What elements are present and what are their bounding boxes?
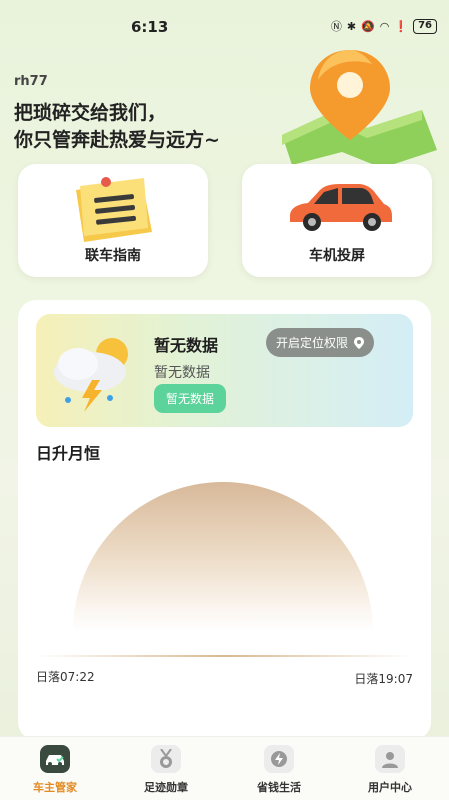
enable-location-button[interactable]: 开启定位权限 <box>266 328 375 357</box>
mute-icon: 🔕 <box>361 19 375 33</box>
medal-icon <box>151 745 181 773</box>
username: rh77 <box>14 74 48 89</box>
battery-indicator: 76 <box>413 18 437 34</box>
tab-user-center-label: 用户中心 <box>368 781 412 794</box>
sunset-time: 日落19:07 <box>354 672 413 686</box>
tab-medals[interactable]: 足迹勋章 <box>116 745 216 795</box>
sun-section-title: 日升月恒 <box>36 444 101 463</box>
enable-location-label: 开启定位权限 <box>276 336 349 350</box>
weather-title: 暂无数据 <box>154 336 219 355</box>
slogan: 把琐碎交给我们， 你只管奔赴热爱与远方~ <box>14 100 274 154</box>
nfc-icon: Ⓝ <box>330 20 342 33</box>
slogan-line-2: 你只管奔赴热爱与远方~ <box>14 129 220 151</box>
bluetooth-icon: ✱ <box>346 19 357 33</box>
tab-user-center[interactable]: 用户中心 <box>340 745 440 795</box>
alert-icon: ❗ <box>394 19 409 33</box>
car-guide-label: 联车指南 <box>85 248 141 264</box>
car-home-icon <box>40 745 70 773</box>
tab-car-home[interactable]: 车主管家 <box>5 745 105 795</box>
car-icon <box>290 184 392 231</box>
weather-subtitle: 暂无数据 <box>154 365 210 381</box>
tab-car-home-label: 车主管家 <box>33 781 77 794</box>
user-icon <box>375 745 405 773</box>
car-guide-card[interactable]: 联车指南 <box>18 164 208 277</box>
weather-badge: 暂无数据 <box>154 384 227 413</box>
slogan-line-1: 把琐碎交给我们， <box>14 102 167 124</box>
savings-icon <box>264 745 294 773</box>
note-icon <box>76 177 152 242</box>
wifi-icon: ◠ <box>379 19 390 33</box>
tab-savings-label: 省钱生活 <box>257 781 301 794</box>
sunrise-time: 日落07:22 <box>36 670 95 684</box>
tab-savings[interactable]: 省钱生活 <box>229 745 329 795</box>
bottom-tab-bar: 车主管家 足迹勋章 省钱生活 用户中心 <box>0 736 449 800</box>
main-panel: 暂无数据 暂无数据 暂无数据 开启定位权限 日升月恒 日落07:22 日落19:… <box>18 300 431 740</box>
tab-medals-label: 足迹勋章 <box>144 781 188 794</box>
weather-storm-icon <box>54 338 128 412</box>
status-icons: Ⓝ ✱ 🔕 ◠ ❗ 76 <box>331 18 437 34</box>
status-time: 6:13 <box>131 18 169 36</box>
weather-card: 暂无数据 暂无数据 暂无数据 开启定位权限 <box>36 314 413 427</box>
car-screen-label: 车机投屏 <box>309 248 365 264</box>
horizon-line <box>36 655 413 657</box>
sun-arc <box>73 482 373 632</box>
map-pin-icon <box>282 50 437 168</box>
location-pin-icon <box>354 336 365 349</box>
car-screen-card[interactable]: 车机投屏 <box>242 164 432 277</box>
